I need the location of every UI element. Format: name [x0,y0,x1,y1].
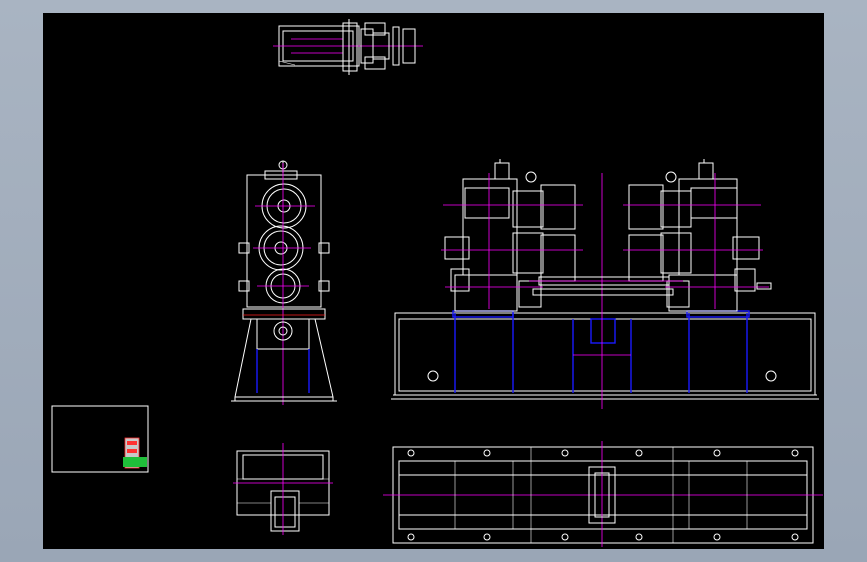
cad-drawing [51,19,823,547]
end-view [233,443,333,535]
base-plan-view [383,441,823,547]
drawing-sheet [43,13,824,549]
top-plan-view [273,19,423,75]
front-elevation-view [391,159,819,409]
inset-thumbnail [51,405,149,473]
side-elevation-view [231,160,337,405]
